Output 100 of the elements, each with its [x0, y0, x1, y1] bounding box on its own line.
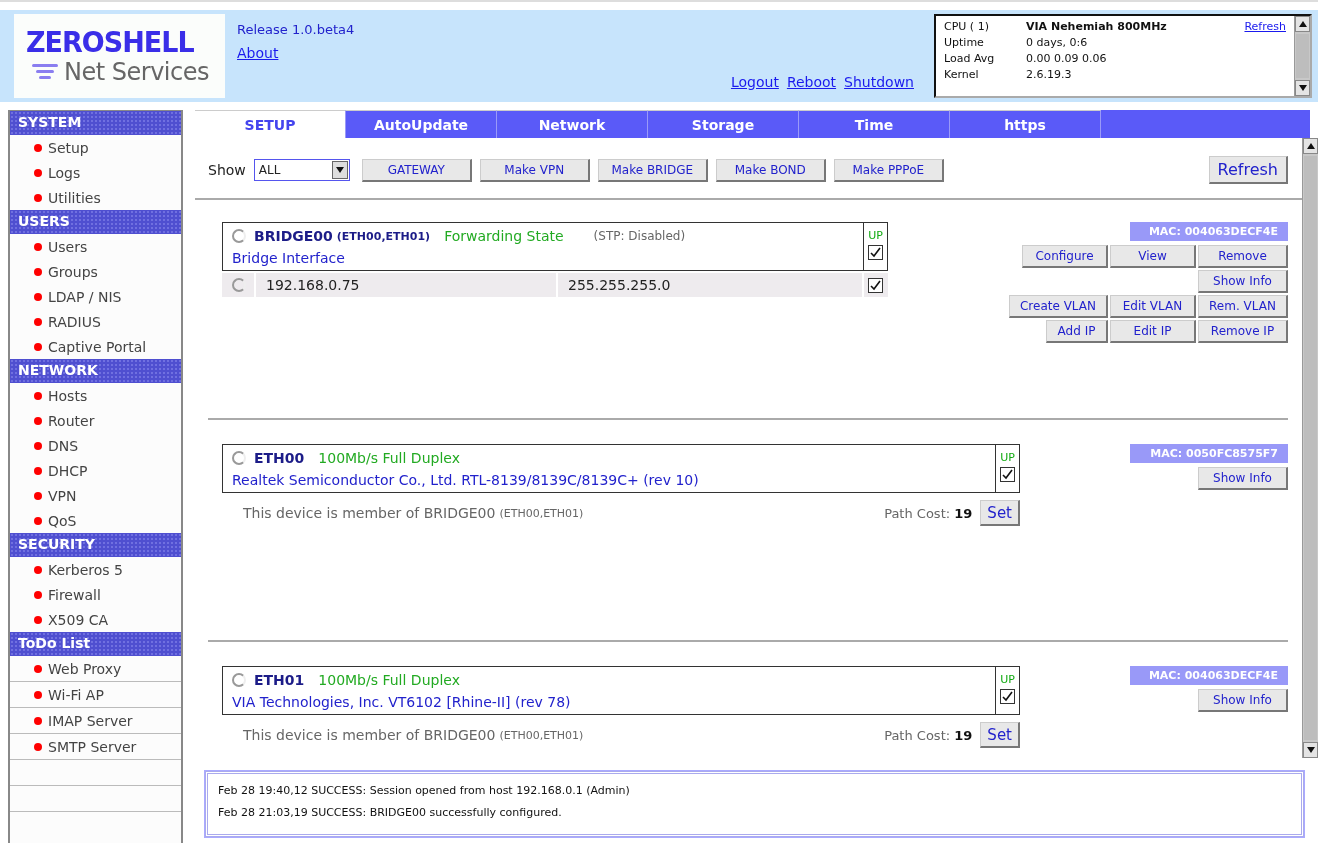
- about-link[interactable]: About: [237, 45, 914, 61]
- sidebar-item[interactable]: Hosts: [10, 383, 181, 408]
- lines-icon: [32, 61, 58, 82]
- toolbar-button[interactable]: GATEWAY: [361, 158, 472, 182]
- radio-button[interactable]: [232, 451, 246, 465]
- dropdown-arrow-icon[interactable]: [335, 167, 344, 173]
- sidebar-item[interactable]: Setup: [10, 135, 181, 160]
- action-button[interactable]: Show Info: [1198, 270, 1288, 293]
- sidebar-item[interactable]: Web Proxy: [10, 656, 181, 682]
- tab[interactable]: AutoUpdate: [346, 110, 497, 138]
- action-button[interactable]: Remove IP: [1198, 320, 1288, 343]
- sidebar-item[interactable]: LDAP / NIS: [10, 284, 181, 309]
- radio-button[interactable]: [232, 229, 246, 243]
- bullet-icon: [34, 615, 42, 624]
- set-button[interactable]: Set: [980, 722, 1020, 748]
- radio-button[interactable]: [232, 278, 246, 292]
- sidebar-heading: SYSTEM: [10, 111, 181, 135]
- path-cost-label: Path Cost: 19: [884, 505, 973, 521]
- log-line: Feb 28 19:40,12 SUCCESS: Session opened from host 192.168.0.1 (Admin): [218, 784, 631, 797]
- bullet-icon: [34, 242, 42, 251]
- action-button[interactable]: Rem. VLAN: [1198, 295, 1288, 318]
- bullet-icon: [34, 292, 42, 301]
- tab[interactable]: Storage: [648, 110, 799, 138]
- up-label: UP: [1000, 673, 1015, 686]
- up-checkbox[interactable]: [1000, 689, 1015, 704]
- sidebar-item[interactable]: Wi-Fi AP: [10, 682, 181, 708]
- logo-title: ZEROSHELL: [26, 25, 195, 59]
- header-link[interactable]: Shutdown: [844, 74, 914, 90]
- info-label: Load Avg: [944, 52, 996, 65]
- toolbar-button[interactable]: Make PPPoE: [833, 158, 944, 182]
- show-dropdown[interactable]: ALL: [253, 159, 350, 181]
- sidebar-item[interactable]: QoS: [10, 508, 181, 533]
- sidebar-item[interactable]: DNS: [10, 433, 181, 458]
- bridge-members: (ETH00,ETH01): [336, 229, 431, 243]
- sidebar-item[interactable]: RADIUS: [10, 309, 181, 334]
- stp-status: (STP: Disabled): [593, 229, 686, 243]
- sidebar-item[interactable]: Users: [10, 234, 181, 259]
- set-button[interactable]: Set: [980, 500, 1020, 526]
- action-button[interactable]: View: [1110, 245, 1196, 268]
- sidebar-item[interactable]: Kerberos 5: [10, 557, 181, 582]
- mac-address: MAC: 004063DECF4E: [1130, 222, 1288, 241]
- header-link[interactable]: Logout: [730, 74, 779, 90]
- sidebar-item[interactable]: Utilities: [10, 185, 181, 210]
- sidebar-item[interactable]: IMAP Server: [10, 708, 181, 734]
- bullet-icon: [34, 466, 42, 475]
- up-checkbox[interactable]: [1000, 467, 1015, 482]
- address-checkbox[interactable]: [868, 277, 883, 293]
- scroll-up-icon[interactable]: [1306, 143, 1315, 149]
- header-link[interactable]: Reboot: [786, 74, 837, 90]
- sidebar-item[interactable]: Captive Portal: [10, 334, 181, 359]
- bullet-icon: [34, 317, 42, 326]
- sidebar-item[interactable]: SMTP Server: [10, 734, 181, 760]
- sidebar-heading: USERS: [10, 210, 181, 234]
- action-button[interactable]: Remove: [1198, 245, 1288, 268]
- info-label: Uptime: [944, 36, 985, 49]
- scroll-up-icon[interactable]: [1298, 21, 1307, 27]
- bullet-icon: [34, 590, 42, 599]
- info-value: VIA Nehemiah 800MHz: [1026, 20, 1168, 33]
- sidebar-item[interactable]: Logs: [10, 160, 181, 185]
- action-button[interactable]: Show Info: [1198, 689, 1288, 712]
- action-button[interactable]: Edit VLAN: [1110, 295, 1196, 318]
- scroll-down-icon[interactable]: [1306, 747, 1315, 753]
- sidebar-item[interactable]: DHCP: [10, 458, 181, 483]
- action-button[interactable]: Create VLAN: [1008, 295, 1108, 318]
- refresh-button[interactable]: Refresh: [1208, 156, 1288, 184]
- bullet-icon: [34, 416, 42, 425]
- scrollbar[interactable]: [1302, 138, 1318, 758]
- sidebar-item[interactable]: VPN: [10, 483, 181, 508]
- sidebar-item[interactable]: Router: [10, 408, 181, 433]
- tab[interactable]: SETUP: [195, 110, 346, 138]
- member-text: This device is member of BRIDGE00: [243, 727, 496, 743]
- bullet-icon: [34, 143, 42, 152]
- up-label: UP: [1000, 451, 1015, 464]
- up-label: UP: [868, 229, 883, 242]
- sidebar-item[interactable]: Groups: [10, 259, 181, 284]
- toolbar-button[interactable]: Make BOND: [715, 158, 826, 182]
- sidebar-heading: NETWORK: [10, 359, 181, 383]
- sidebar-heading: SECURITY: [10, 533, 181, 557]
- info-value: 0.00 0.09 0.06: [1026, 52, 1108, 65]
- netmask: 255.255.255.0: [558, 273, 862, 297]
- toolbar-button[interactable]: Make BRIDGE: [597, 158, 708, 182]
- sidebar-item[interactable]: Firewall: [10, 582, 181, 607]
- ip-address: 192.168.0.75: [256, 273, 556, 297]
- sidebar-item[interactable]: X509 CA: [10, 607, 181, 632]
- scrollbar[interactable]: [1294, 16, 1310, 96]
- action-button[interactable]: Add IP: [1046, 320, 1108, 343]
- action-button[interactable]: Show Info: [1198, 467, 1288, 490]
- action-button[interactable]: Edit IP: [1110, 320, 1196, 343]
- tab[interactable]: Time: [799, 110, 950, 138]
- tab[interactable]: https: [950, 110, 1101, 138]
- bullet-icon: [34, 342, 42, 351]
- radio-button[interactable]: [232, 673, 246, 687]
- interface-name: BRIDGE00: [254, 228, 333, 244]
- up-checkbox[interactable]: [868, 245, 883, 260]
- scroll-down-icon[interactable]: [1298, 85, 1307, 91]
- bullet-icon: [34, 516, 42, 525]
- refresh-link[interactable]: Refresh: [1244, 20, 1286, 33]
- tab[interactable]: Network: [497, 110, 648, 138]
- toolbar-button[interactable]: Make VPN: [479, 158, 590, 182]
- action-button[interactable]: Configure: [1022, 245, 1108, 268]
